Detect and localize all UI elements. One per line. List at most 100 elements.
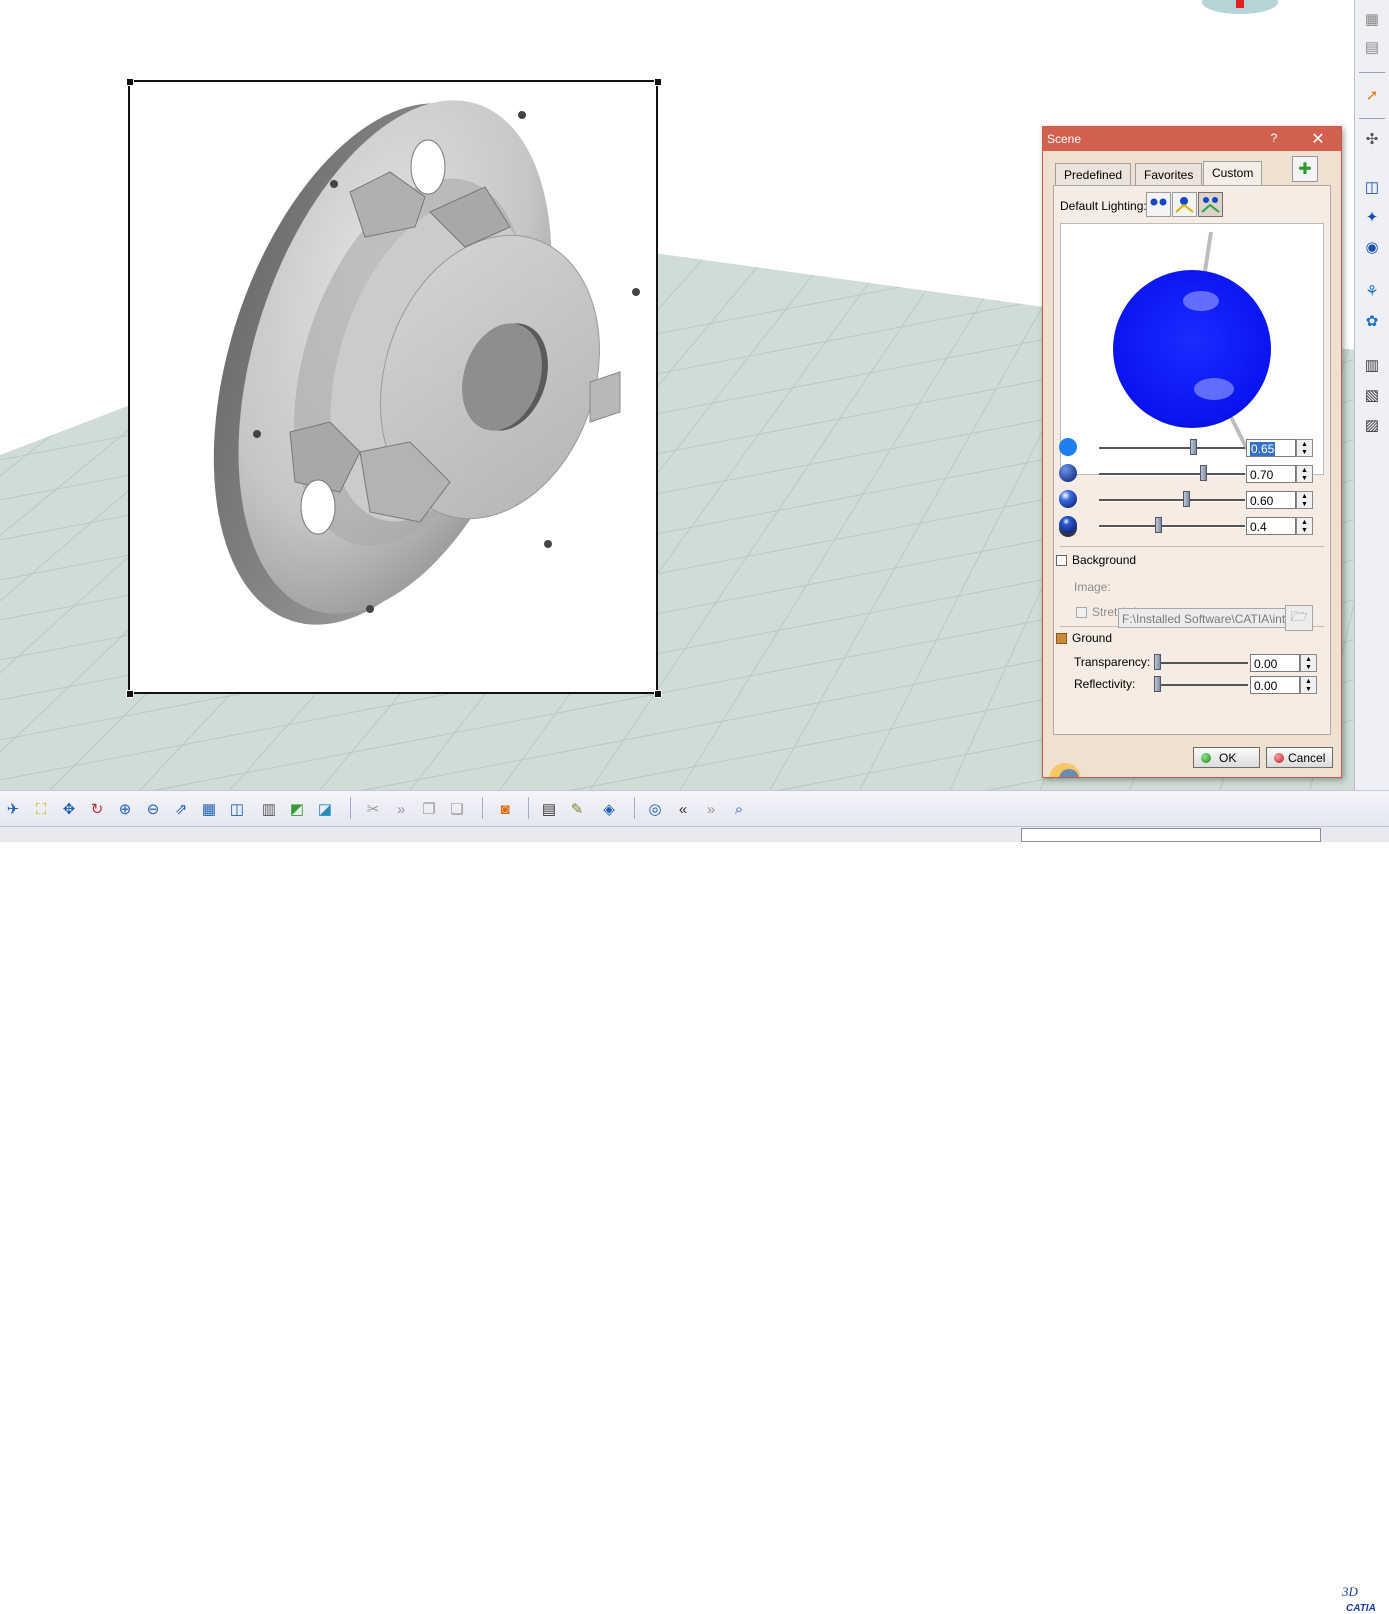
specular-slider[interactable] — [1099, 499, 1245, 502]
catia-globe-icon — [1049, 763, 1081, 777]
pan-icon[interactable]: ✥ — [58, 798, 80, 820]
select-arrow-icon[interactable]: ➚ — [1361, 84, 1383, 106]
custom-panel: Default Lighting: 0.65 ▲ ▼ 0.70 ▲ ▼ 0.60… — [1053, 185, 1331, 735]
fit-all-icon[interactable]: ⛶ — [30, 798, 52, 820]
sketch-icon[interactable]: ✎ — [566, 798, 588, 820]
tab-favorites[interactable]: Favorites — [1135, 163, 1203, 185]
tab-predefined[interactable]: Predefined — [1055, 163, 1132, 185]
forward-icon[interactable]: » — [700, 798, 722, 820]
transparency-slider-thumb[interactable] — [1154, 654, 1161, 670]
swap-space-icon[interactable]: ◪ — [314, 798, 336, 820]
tab-custom[interactable]: Custom — [1203, 161, 1263, 185]
transparency-label: Transparency: — [1074, 655, 1151, 669]
single-light-button[interactable] — [1172, 192, 1197, 217]
next-icon[interactable]: » — [390, 798, 412, 820]
capture-icon[interactable]: ◙ — [494, 798, 516, 820]
rewind-icon[interactable]: « — [672, 798, 694, 820]
rotate-icon[interactable]: ↻ — [86, 798, 108, 820]
frame-handle[interactable] — [654, 78, 662, 86]
ground-checkbox[interactable] — [1056, 633, 1067, 644]
close-button[interactable]: ✕ — [1307, 129, 1329, 149]
shininess-spinner[interactable]: ▲ ▼ — [1296, 517, 1313, 535]
specular-slider-thumb[interactable] — [1183, 491, 1190, 507]
shininess-slider-thumb[interactable] — [1155, 517, 1162, 533]
ok-label: OK — [1219, 750, 1237, 765]
fly-mode-icon[interactable]: ✈ — [2, 798, 24, 820]
zoom-in-icon[interactable]: ⊕ — [114, 798, 136, 820]
section-divider — [1060, 546, 1324, 547]
capture-frame[interactable] — [126, 78, 662, 698]
window-tile-icon[interactable]: ▦ — [1361, 8, 1383, 30]
scene-icon[interactable]: ⚘ — [1361, 280, 1383, 302]
ambient-slider-thumb[interactable] — [1190, 439, 1197, 455]
copy-icon[interactable]: ❐ — [418, 798, 440, 820]
reflectivity-input[interactable]: 0.00 — [1250, 676, 1300, 694]
zoom-out-icon[interactable]: ⊖ — [142, 798, 164, 820]
iso-view-icon[interactable]: ◫ — [226, 798, 248, 820]
shininess-slider[interactable] — [1099, 525, 1245, 528]
transparency-spinner[interactable]: ▲ ▼ — [1300, 654, 1317, 672]
diffuse-slider-thumb[interactable] — [1199, 465, 1207, 481]
cut-icon[interactable]: ✂ — [362, 798, 384, 820]
diffuse-slider-row: 0.70 ▲ ▼ — [1054, 464, 1330, 486]
camera-icon[interactable]: ◉ — [1361, 236, 1383, 258]
diffuse-value-input[interactable]: 0.70 — [1246, 465, 1296, 483]
clip-icon[interactable]: ▨ — [1361, 414, 1383, 436]
render-style-icon[interactable]: ▥ — [258, 798, 280, 820]
frame-handle[interactable] — [654, 690, 662, 698]
add-favorite-button[interactable]: ✚ — [1292, 156, 1318, 182]
image-label: Image: — [1074, 580, 1111, 594]
shininess-value-input[interactable]: 0.4 — [1246, 517, 1296, 535]
hide-show-icon[interactable]: ◩ — [286, 798, 308, 820]
dialog-title: Scene — [1047, 132, 1082, 146]
three-lights-button[interactable] — [1198, 192, 1223, 217]
transparency-input[interactable]: 0.00 — [1250, 654, 1300, 672]
normal-view-icon[interactable]: ⇗ — [170, 798, 192, 820]
browse-button[interactable]: 🗁 — [1285, 605, 1313, 631]
reflectivity-slider-thumb[interactable] — [1154, 676, 1161, 692]
two-lights-button[interactable] — [1146, 192, 1171, 217]
power-input-field[interactable] — [1021, 828, 1321, 842]
multi-view-icon[interactable]: ▦ — [198, 798, 220, 820]
stretch-image-checkbox[interactable] — [1076, 607, 1087, 618]
catalog-icon[interactable]: ◈ — [598, 798, 620, 820]
frame-handle[interactable] — [126, 690, 134, 698]
material-icon[interactable]: ✿ — [1361, 310, 1383, 332]
compass-icon[interactable]: ◎ — [644, 798, 666, 820]
ambient-value-input[interactable]: 0.65 — [1246, 439, 1296, 457]
compass-icon[interactable] — [1200, 0, 1280, 16]
reflectivity-spinner[interactable]: ▲ ▼ — [1300, 676, 1317, 694]
ambient-light-icon — [1059, 438, 1077, 456]
transparency-slider[interactable] — [1154, 662, 1248, 664]
publish-icon[interactable]: ▤ — [538, 798, 560, 820]
light-icon[interactable]: ✦ — [1361, 206, 1383, 228]
animation-icon[interactable]: ▧ — [1361, 384, 1383, 406]
frame-handle[interactable] — [126, 78, 134, 86]
image-path-field[interactable]: F:\Installed Software\CATIA\int — [1118, 608, 1286, 628]
film-icon[interactable]: ▥ — [1361, 354, 1383, 376]
paste-icon[interactable]: ❏ — [446, 798, 468, 820]
search-icon[interactable]: ⌕ — [728, 798, 750, 820]
dialog-title-bar[interactable]: Scene ? ✕ — [1043, 127, 1341, 151]
cancel-button[interactable]: Cancel — [1266, 747, 1333, 768]
ok-button[interactable]: OK — [1193, 747, 1260, 768]
scene-dialog: Scene ? ✕ Predefined Favorites Custom ✚ … — [1042, 126, 1342, 778]
window-cascade-icon[interactable]: ▤ — [1361, 36, 1383, 58]
ambient-slider-row: 0.65 ▲ ▼ — [1054, 438, 1330, 460]
specular-value-input[interactable]: 0.60 — [1246, 491, 1296, 509]
diffuse-spinner[interactable]: ▲ ▼ — [1296, 465, 1313, 483]
reflectivity-slider[interactable] — [1154, 684, 1248, 686]
ambient-slider[interactable] — [1099, 447, 1245, 450]
background-checkbox[interactable] — [1056, 555, 1067, 566]
snap-icon[interactable]: ✣ — [1361, 128, 1383, 150]
cancel-icon — [1274, 752, 1284, 763]
box-icon[interactable]: ◫ — [1361, 176, 1383, 198]
toolbar-separator — [528, 797, 529, 819]
diffuse-slider[interactable] — [1099, 473, 1245, 476]
specular-spinner[interactable]: ▲ ▼ — [1296, 491, 1313, 509]
background-label: Background — [1072, 553, 1137, 567]
star-plus-icon: ✚ — [1298, 161, 1312, 178]
light-sphere — [1113, 231, 1271, 452]
help-button[interactable]: ? — [1267, 131, 1281, 145]
ambient-spinner[interactable]: ▲ ▼ — [1296, 439, 1313, 457]
